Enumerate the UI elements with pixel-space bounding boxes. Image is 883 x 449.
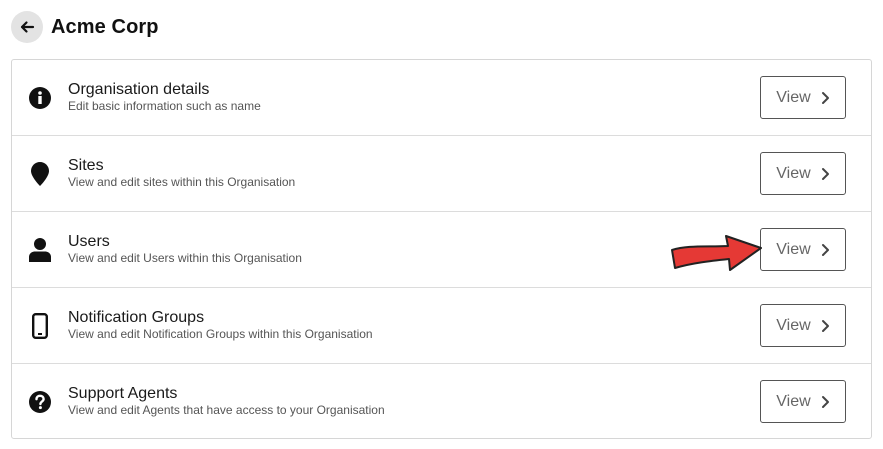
row-description: View and edit Notification Groups within… [68, 327, 373, 341]
row-text: Sites View and edit sites within this Or… [68, 157, 295, 189]
page-header: Acme Corp [11, 11, 159, 43]
view-button-organisation-details[interactable]: View [760, 76, 846, 119]
row-text: Support Agents View and edit Agents that… [68, 385, 385, 417]
list-item-users: Users View and edit Users within this Or… [12, 212, 871, 288]
back-button[interactable] [11, 11, 43, 43]
chevron-right-icon [821, 243, 830, 257]
chevron-right-icon [821, 395, 830, 409]
row-title: Sites [68, 157, 104, 174]
list-item-sites: Sites View and edit sites within this Or… [12, 136, 871, 212]
list-item-support-agents: Support Agents View and edit Agents that… [12, 364, 871, 440]
row-description: View and edit Users within this Organisa… [68, 251, 302, 265]
mobile-phone-icon [28, 313, 52, 339]
view-button-notification-groups[interactable]: View [760, 304, 846, 347]
row-title: Support Agents [68, 385, 178, 402]
view-button-label: View [776, 392, 811, 410]
list-item-notification-groups: Notification Groups View and edit Notifi… [12, 288, 871, 364]
view-button-support-agents[interactable]: View [760, 380, 846, 423]
chevron-right-icon [821, 91, 830, 105]
question-icon [28, 390, 52, 414]
row-text: Users View and edit Users within this Or… [68, 233, 302, 265]
row-description: Edit basic information such as name [68, 99, 261, 113]
chevron-right-icon [821, 319, 830, 333]
view-button-users[interactable]: View [760, 228, 846, 271]
view-button-label: View [776, 164, 811, 182]
view-button-sites[interactable]: View [760, 152, 846, 195]
view-button-label: View [776, 316, 811, 334]
view-button-label: View [776, 240, 811, 258]
row-title: Notification Groups [68, 309, 205, 326]
user-icon [28, 238, 52, 262]
row-title: Organisation details [68, 81, 210, 98]
map-pin-icon [28, 162, 52, 186]
chevron-right-icon [821, 167, 830, 181]
row-text: Notification Groups View and edit Notifi… [68, 309, 373, 341]
info-icon [28, 86, 52, 110]
list-item-organisation-details: Organisation details Edit basic informat… [12, 60, 871, 136]
page-title: Acme Corp [51, 15, 159, 38]
row-text: Organisation details Edit basic informat… [68, 81, 261, 113]
settings-list: Organisation details Edit basic informat… [11, 59, 872, 439]
arrow-left-icon [20, 21, 35, 33]
view-button-label: View [776, 88, 811, 106]
row-description: View and edit Agents that have access to… [68, 403, 385, 417]
row-description: View and edit sites within this Organisa… [68, 175, 296, 189]
row-title: Users [68, 233, 110, 250]
